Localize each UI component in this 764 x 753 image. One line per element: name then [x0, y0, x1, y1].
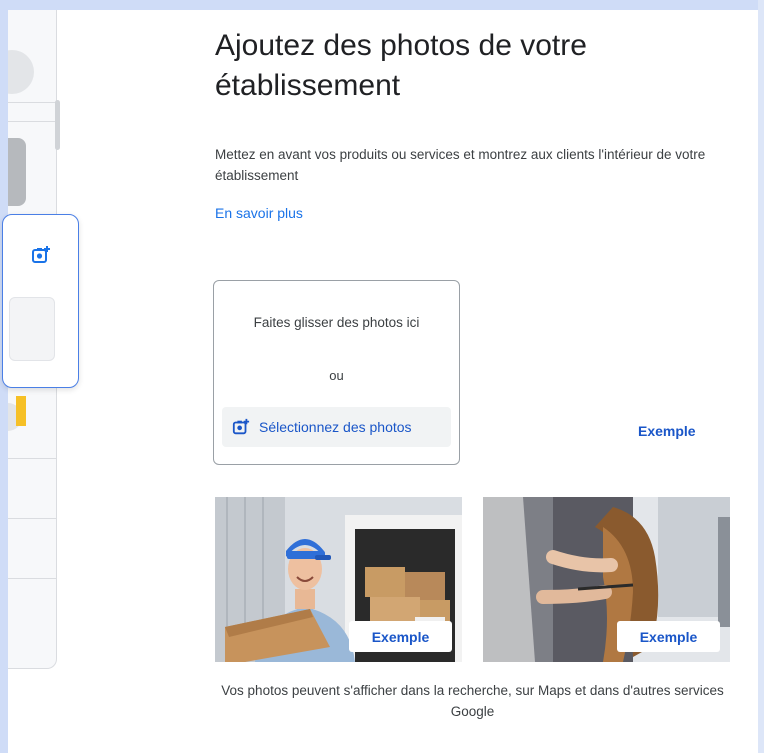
select-photos-label: Sélectionnez des photos [259, 419, 412, 435]
side-divider [8, 518, 56, 519]
photo-drop-zone[interactable]: Faites glisser des photos ici ou Sélecti… [213, 280, 460, 465]
intro-description: Mettez en avant vos produits ou services… [215, 147, 706, 183]
side-scrollbar[interactable] [55, 100, 60, 150]
side-thumbnail [8, 138, 26, 206]
select-photos-button[interactable]: Sélectionnez des photos [222, 407, 451, 447]
example-link[interactable]: Exemple [638, 423, 696, 439]
page-title: Ajoutez des photos de votre établissemen… [215, 29, 587, 102]
folder-icon [16, 396, 26, 426]
example-photo-delivery[interactable]: Exemple [215, 497, 462, 662]
add-photo-icon[interactable] [31, 245, 51, 265]
window-frame-right [758, 0, 764, 753]
example-badge[interactable]: Exemple [617, 621, 720, 652]
folder-tile[interactable] [9, 297, 55, 426]
side-search-button[interactable]: ⚲ [8, 50, 34, 94]
drag-instructions: Faites glisser des photos ici [253, 315, 420, 330]
example-badge[interactable]: Exemple [349, 621, 452, 652]
or-separator: ou [329, 368, 344, 383]
window-frame-top [0, 0, 764, 10]
footer-note: Vos photos peuvent s'afficher dans la re… [221, 683, 724, 719]
add-photo-icon [232, 418, 250, 435]
side-divider [8, 458, 56, 459]
example-photo-hair[interactable]: Exemple [483, 497, 730, 662]
learn-more-link[interactable]: En savoir plus [215, 205, 303, 221]
side-divider-strip [8, 102, 56, 122]
popup-card [2, 214, 79, 426]
side-divider [8, 578, 56, 579]
